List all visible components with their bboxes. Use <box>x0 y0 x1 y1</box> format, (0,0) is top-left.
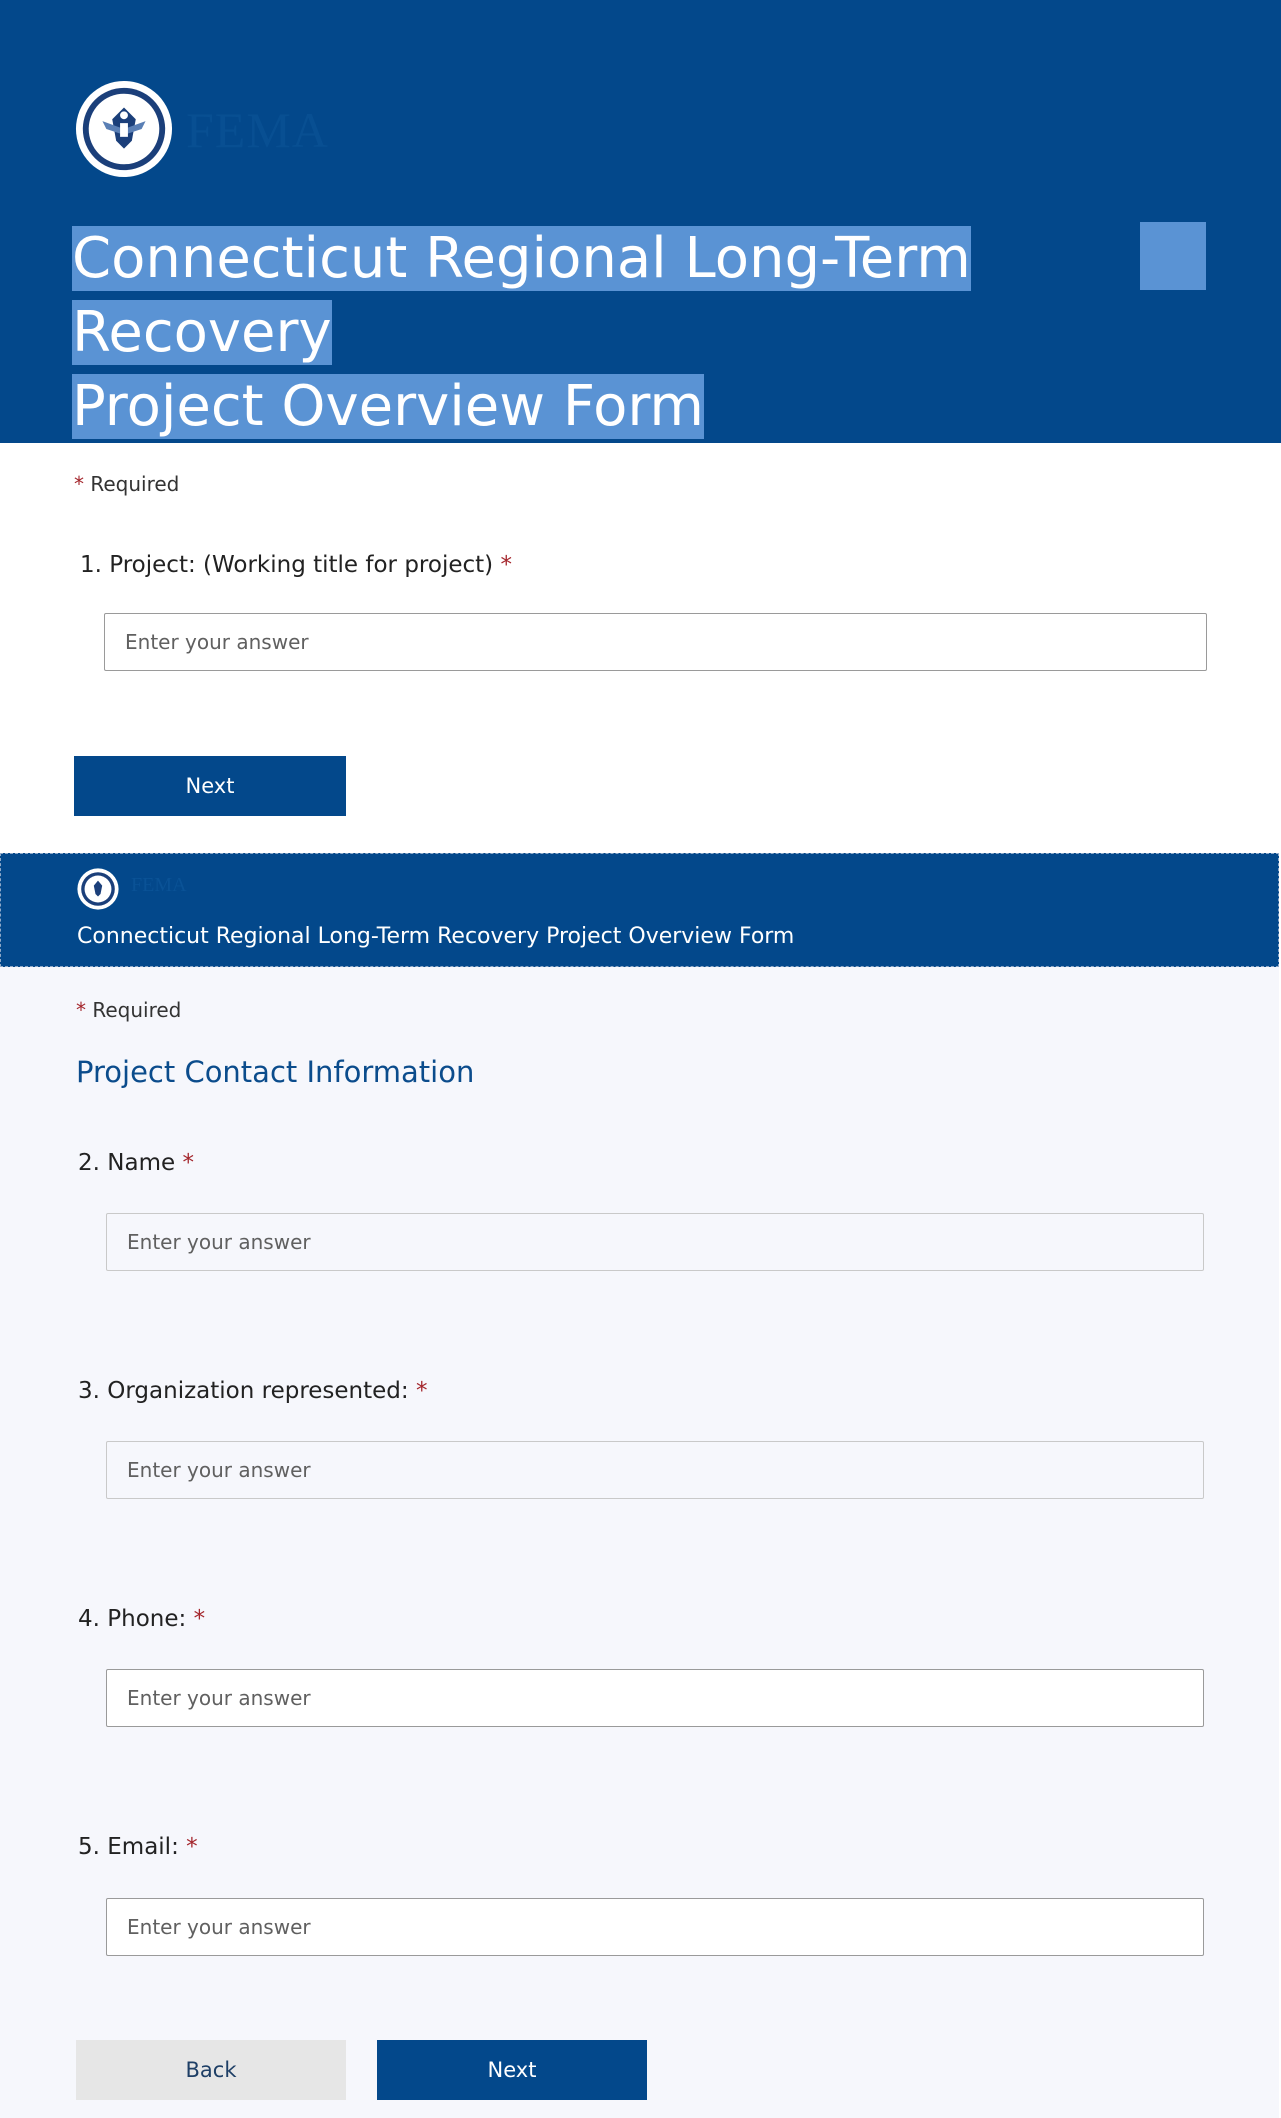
required-note: * Required <box>74 472 179 496</box>
question-4-label: 4. Phone: * <box>78 1606 205 1632</box>
required-label: Required <box>90 472 180 496</box>
next-button[interactable]: Next <box>377 2040 647 2100</box>
required-star: * <box>182 1150 194 1176</box>
question-text: Name <box>107 1150 176 1176</box>
form-header-compact: FEMA Connecticut Regional Long-Term Reco… <box>0 853 1279 967</box>
question-number: 4. <box>78 1606 100 1632</box>
name-input[interactable] <box>106 1213 1204 1271</box>
required-note: * Required <box>76 998 181 1022</box>
back-button[interactable]: Back <box>76 2040 346 2100</box>
question-1-label: 1. Project: (Working title for project) … <box>80 552 512 578</box>
question-text: Project: (Working title for project) <box>109 552 494 578</box>
organization-input[interactable] <box>106 1441 1204 1499</box>
question-text: Phone: <box>107 1606 187 1632</box>
required-star: * <box>74 472 84 496</box>
section-heading: Project Contact Information <box>76 1055 475 1089</box>
question-5-label: 5. Email: * <box>78 1834 198 1860</box>
project-title-input[interactable] <box>104 613 1207 671</box>
email-input[interactable] <box>106 1898 1204 1956</box>
brand-wordmark: FEMA <box>131 874 187 896</box>
phone-input[interactable] <box>106 1669 1204 1727</box>
form-title: Connecticut Regional Long-Term Recovery … <box>77 924 795 949</box>
question-number: 5. <box>78 1834 100 1860</box>
brand-wordmark: FEMA <box>186 102 329 158</box>
dhs-seal-icon <box>75 80 173 178</box>
title-line-1: Connecticut Regional Long-Term Recovery <box>72 226 971 365</box>
question-number: 2. <box>78 1150 100 1176</box>
required-star: * <box>193 1606 206 1632</box>
question-3-label: 3. Organization represented: * <box>78 1378 427 1404</box>
form-title: Connecticut Regional Long-Term Recovery … <box>72 222 1212 444</box>
next-button[interactable]: Next <box>74 756 346 816</box>
required-star: * <box>76 998 86 1022</box>
dhs-seal-icon <box>77 868 119 910</box>
question-text: Email: <box>107 1834 179 1860</box>
question-text: Organization represented: <box>107 1378 409 1404</box>
required-label: Required <box>92 998 182 1022</box>
required-star: * <box>500 552 512 578</box>
question-number: 3. <box>78 1378 100 1404</box>
question-2-label: 2. Name * <box>78 1150 194 1176</box>
form-header: FEMA Connecticut Regional Long-Term Reco… <box>0 0 1281 443</box>
question-number: 1. <box>80 552 102 578</box>
required-star: * <box>415 1378 428 1404</box>
required-star: * <box>186 1834 198 1860</box>
title-line-2: Project Overview Form <box>72 374 704 439</box>
form-page-2: FEMA Connecticut Regional Long-Term Reco… <box>0 853 1279 2118</box>
